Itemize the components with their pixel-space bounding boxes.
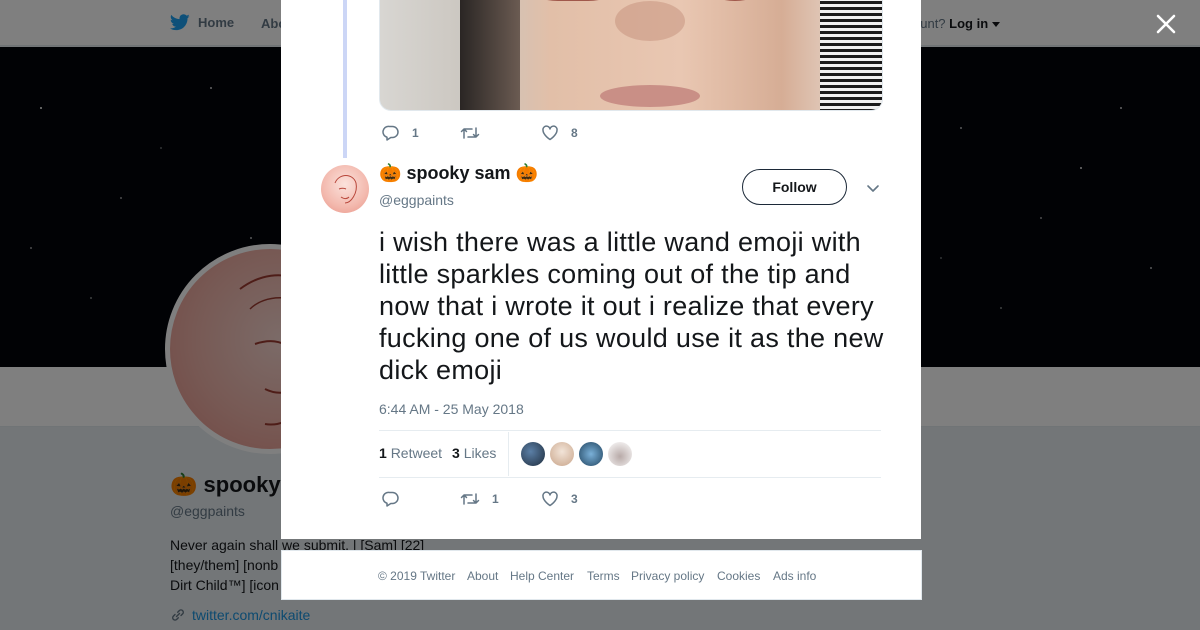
modal-footer: © 2019 Twitter About Help Center Terms P… xyxy=(281,550,922,600)
pumpkin-emoji: 🎃 xyxy=(379,163,402,183)
photo-glasses-right xyxy=(680,0,790,1)
stats-separator xyxy=(508,432,509,476)
avatar-sketch xyxy=(334,175,357,204)
close-button[interactable] xyxy=(1152,10,1180,38)
footer-copyright: © 2019 Twitter xyxy=(378,569,456,583)
tweet-author-name[interactable]: 🎃 spooky sam 🎃 xyxy=(379,163,538,184)
stats-divider-top xyxy=(379,430,881,431)
reply-icon xyxy=(382,491,399,507)
tweet-modal: 1 8 🎃 spooky sam 🎃 @eggpaints Follow i w… xyxy=(281,0,921,539)
likes-stat[interactable]: 3 Likes xyxy=(452,445,496,461)
footer-link-terms[interactable]: Terms xyxy=(587,569,620,583)
liker-avatar[interactable] xyxy=(608,442,632,466)
retweet-icon xyxy=(460,493,480,505)
prev-like-button[interactable]: 8 xyxy=(541,124,578,142)
likes-stat-count: 3 xyxy=(452,445,460,461)
footer-link-cookies[interactable]: Cookies xyxy=(717,569,760,583)
retweet-count: 1 xyxy=(492,492,499,506)
tweet-more-menu-button[interactable] xyxy=(865,180,881,196)
tweet-author-handle[interactable]: @eggpaints xyxy=(379,192,454,208)
tweet-stats: 1 Retweet 3 Likes xyxy=(379,445,496,461)
tweet-timestamp[interactable]: 6:44 AM - 25 May 2018 xyxy=(379,401,524,417)
previous-tweet-photo[interactable] xyxy=(379,0,883,111)
prev-reply-button[interactable]: 1 xyxy=(382,124,419,142)
footer-link-privacy-policy[interactable]: Privacy policy xyxy=(631,569,704,583)
follow-button[interactable]: Follow xyxy=(742,169,847,205)
like-icon xyxy=(542,125,558,141)
thread-connector-line xyxy=(343,0,347,158)
liker-avatar[interactable] xyxy=(550,442,574,466)
retweet-button[interactable]: 1 xyxy=(460,490,499,508)
prev-reply-count: 1 xyxy=(412,126,419,140)
retweet-stat-label: Retweet xyxy=(390,445,443,461)
retweet-stat-count: 1 xyxy=(379,445,387,461)
retweet-stat[interactable]: 1 Retweet xyxy=(379,445,442,461)
close-icon xyxy=(1156,14,1176,34)
stats-divider-bottom xyxy=(379,477,881,478)
prev-retweet-button[interactable] xyxy=(460,124,492,142)
liker-avatar[interactable] xyxy=(521,442,545,466)
chevron-down-icon xyxy=(867,185,879,192)
photo-nose xyxy=(615,1,685,41)
photo-striped-shirt xyxy=(820,0,882,110)
liker-avatar[interactable] xyxy=(579,442,603,466)
pumpkin-emoji: 🎃 xyxy=(515,163,538,183)
photo-glasses-left xyxy=(498,0,648,1)
photo-hair-left xyxy=(460,0,520,110)
tweet-text: i wish there was a little wand emoji wit… xyxy=(379,227,884,385)
retweet-icon xyxy=(460,127,480,139)
reply-button[interactable] xyxy=(382,490,412,508)
liker-avatars xyxy=(521,442,632,466)
footer-link-ads-info[interactable]: Ads info xyxy=(773,569,816,583)
footer-link-about[interactable]: About xyxy=(467,569,498,583)
like-button[interactable]: 3 xyxy=(541,490,578,508)
likes-stat-label: Likes xyxy=(463,445,497,461)
footer-link-help-center[interactable]: Help Center xyxy=(510,569,574,583)
reply-icon xyxy=(382,125,399,141)
tweet-author-avatar[interactable] xyxy=(321,165,369,213)
like-count: 3 xyxy=(571,492,578,506)
like-icon xyxy=(542,491,558,507)
author-display-name: spooky sam xyxy=(406,163,511,183)
photo-lips xyxy=(600,85,700,107)
prev-like-count: 8 xyxy=(571,126,578,140)
